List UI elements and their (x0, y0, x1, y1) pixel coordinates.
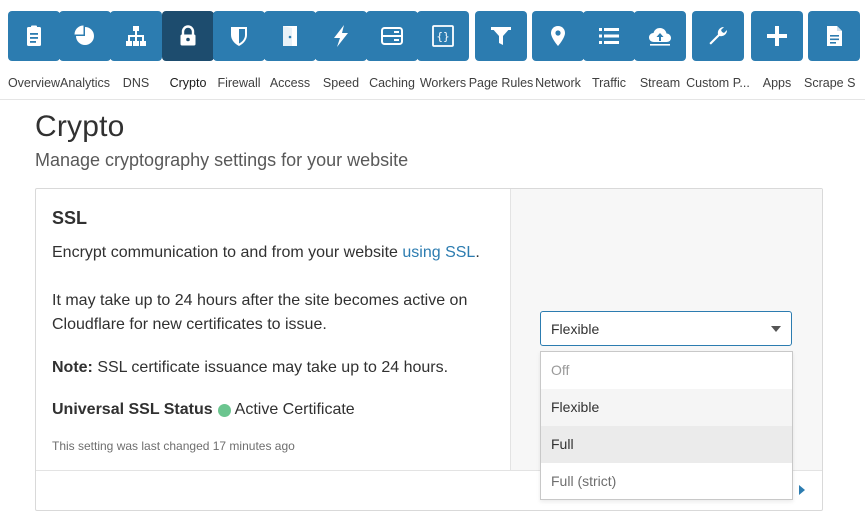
ssl-description: Encrypt communication to and from your w… (52, 241, 502, 337)
ssl-option-flexible[interactable]: Flexible (541, 389, 792, 426)
note-label: Note: (52, 359, 93, 376)
nav-tile (264, 11, 316, 61)
using-ssl-link[interactable]: using SSL (402, 244, 475, 261)
ssl-option-full[interactable]: Full (541, 426, 792, 463)
nav-tile (59, 11, 111, 61)
nav-tile (475, 11, 527, 61)
last-changed-text: This setting was last changed 17 minutes… (52, 439, 295, 453)
lock-icon (180, 25, 196, 46)
nav-tile (583, 11, 635, 61)
door-icon (283, 26, 297, 46)
network-tree-icon (126, 26, 146, 46)
location-pin-icon (551, 26, 565, 46)
ssl-description-end: . (475, 244, 480, 261)
nav-label: Scrape S (804, 76, 856, 90)
note-text: SSL certificate issuance may take up to … (92, 359, 449, 376)
wrench-icon (709, 26, 728, 45)
issuance-note: Note: SSL certificate issuance may take … (52, 359, 448, 377)
chevron-right-icon[interactable] (798, 484, 806, 496)
nav-tile (110, 11, 162, 61)
shield-icon (231, 27, 247, 46)
ssl-card-title: SSL (52, 208, 88, 228)
list-icon (599, 28, 619, 44)
page-subtitle: Manage cryptography settings for your we… (35, 150, 409, 170)
status-value: Active Certificate (234, 401, 355, 418)
code-braces-icon: {} (432, 25, 454, 47)
nav-tile (366, 11, 418, 61)
lightning-icon (334, 25, 348, 47)
server-icon (381, 27, 403, 45)
nav-tile (692, 11, 744, 61)
nav-tile (315, 11, 367, 61)
ssl-description-text: Encrypt communication to and from your w… (52, 244, 403, 261)
status-dot-icon (217, 403, 231, 417)
nav-item-scrape-shield[interactable]: Scrape S (804, 11, 860, 93)
cloud-upload-icon (649, 28, 671, 46)
pie-chart-icon (74, 25, 94, 45)
nav-tile: {} (417, 11, 469, 61)
activation-note: It may take up to 24 hours after the sit… (52, 292, 468, 333)
nav-tile (532, 11, 584, 61)
ssl-mode-select[interactable]: Flexible (540, 311, 792, 346)
top-nav: Overview Analytics DNS Crypto Firewall A… (0, 0, 865, 100)
filter-icon (491, 27, 511, 45)
plus-icon (767, 26, 787, 46)
ssl-mode-selected-value: Flexible (551, 321, 600, 337)
ssl-mode-dropdown: Off Flexible Full Full (strict) (540, 351, 793, 500)
clipboard-icon (27, 25, 41, 46)
ssl-card-body: SSL Encrypt communication to and from yo… (36, 189, 510, 470)
nav-tile (162, 11, 214, 61)
status-label: Universal SSL Status (52, 401, 213, 418)
caret-down-icon (771, 326, 781, 332)
ssl-option-full-strict[interactable]: Full (strict) (541, 463, 792, 500)
page-title: Crypto (35, 110, 125, 143)
nav-tile (213, 11, 265, 61)
nav-tile (634, 11, 686, 61)
nav-tile (808, 11, 860, 61)
universal-ssl-status: Universal SSL Status Active Certificate (52, 401, 355, 419)
svg-text:{}: {} (436, 30, 449, 43)
nav-item-apps[interactable]: Apps (751, 11, 803, 93)
document-icon (827, 26, 842, 46)
ssl-option-off[interactable]: Off (541, 352, 792, 389)
nav-tile (751, 11, 803, 61)
nav-tile (8, 11, 60, 61)
